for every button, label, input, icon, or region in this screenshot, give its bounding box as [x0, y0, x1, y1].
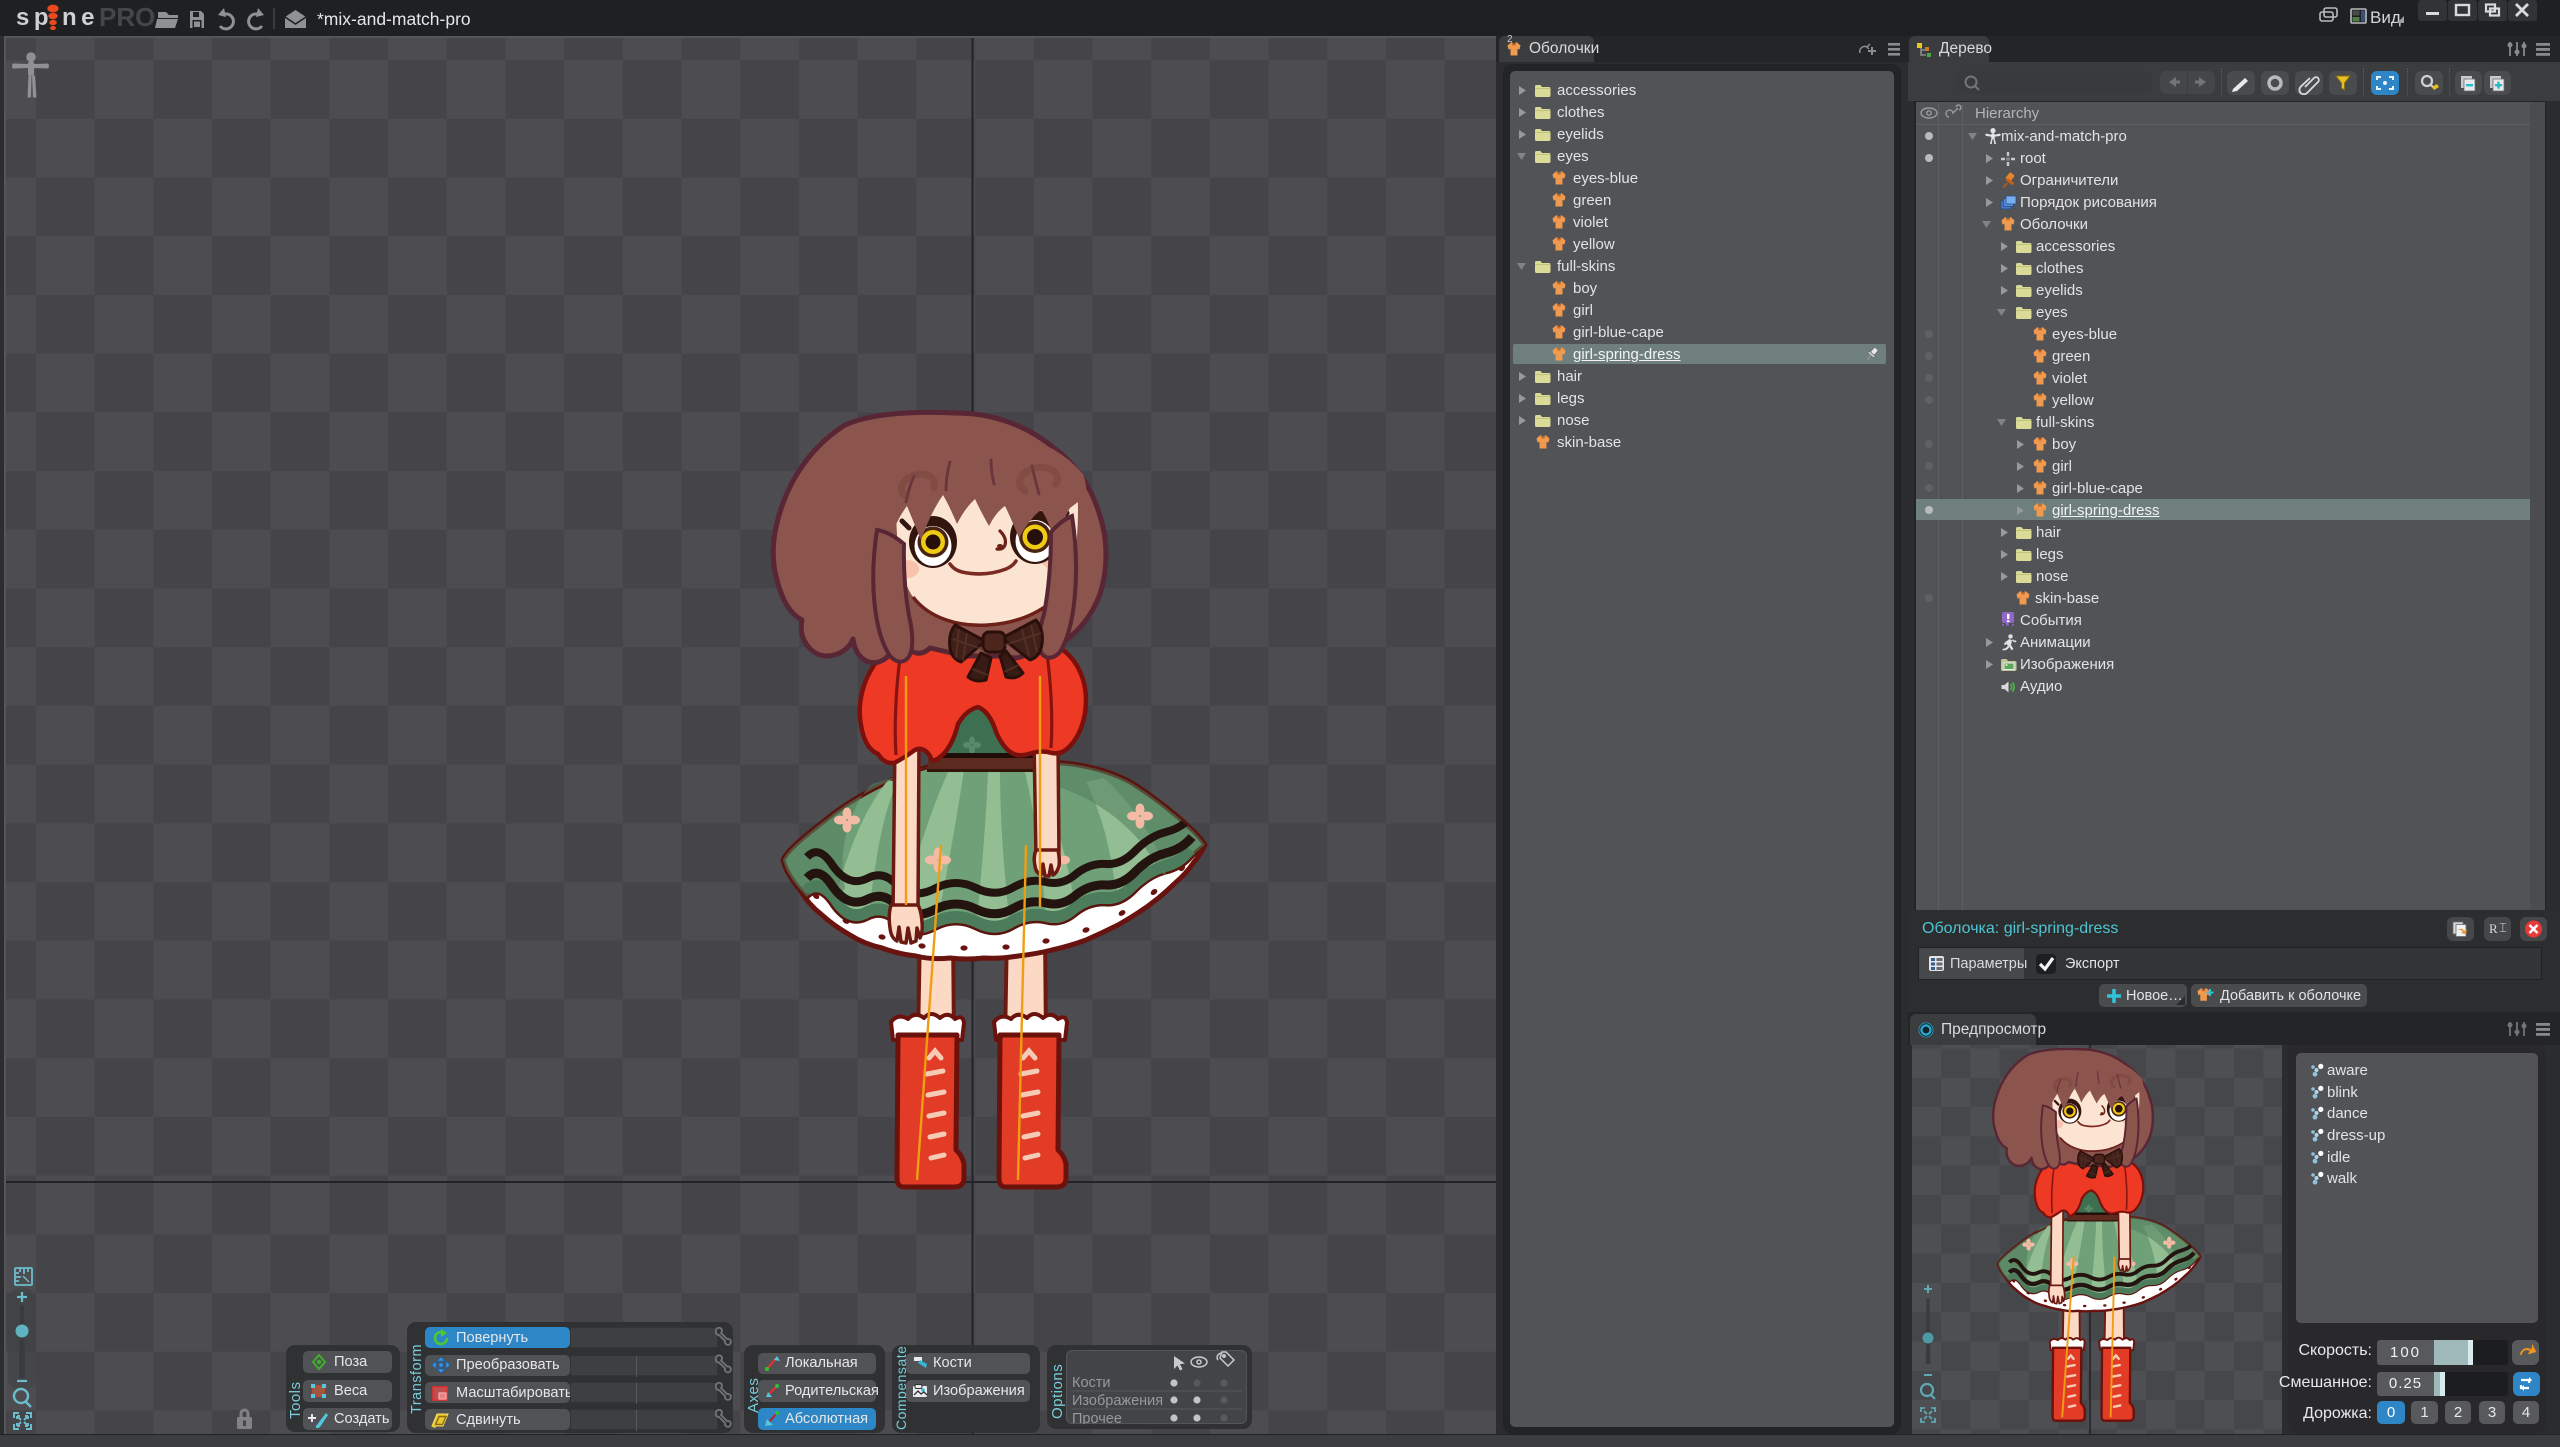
- svg-text:Кости: Кости: [1072, 1375, 1111, 1391]
- svg-text:PRO: PRO: [99, 2, 155, 32]
- svg-text:Изображения: Изображения: [1072, 1393, 1163, 1409]
- svg-text:ne: ne: [62, 4, 99, 31]
- svg-text:Прочее: Прочее: [1072, 1411, 1122, 1424]
- svg-text:*mix-and-match-pro: *mix-and-match-pro: [317, 9, 471, 29]
- svg-text:Вид: Вид: [2370, 8, 2401, 27]
